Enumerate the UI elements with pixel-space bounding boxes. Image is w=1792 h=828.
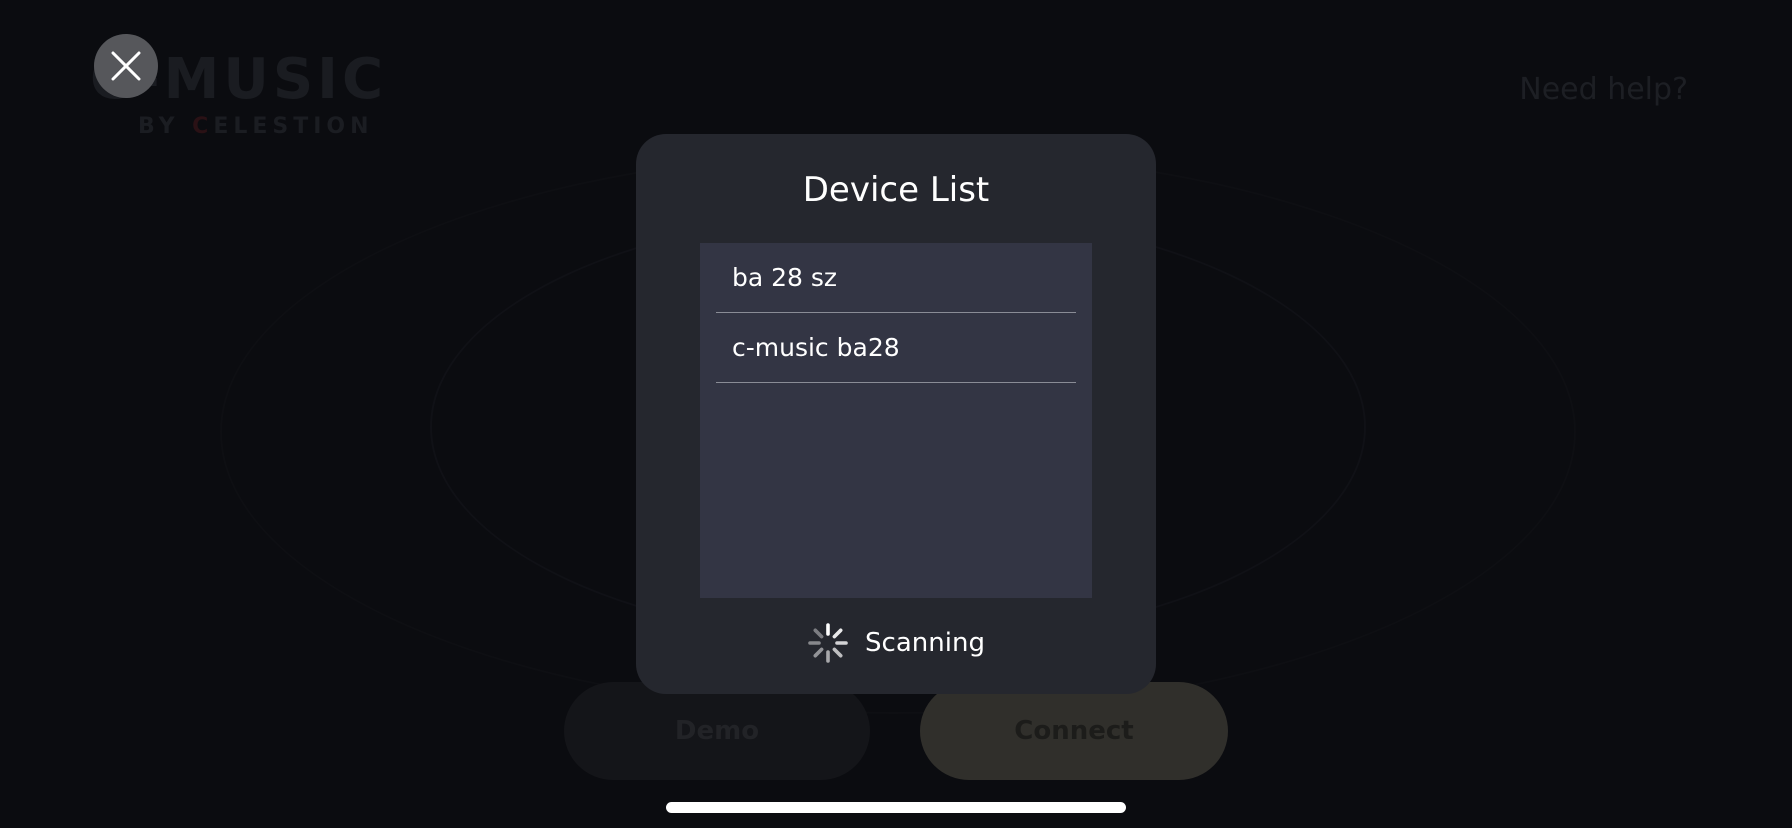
device-list: ba 28 sz c-music ba28 [700,243,1092,598]
need-help-link[interactable]: Need help? [1519,72,1688,107]
connect-button[interactable]: Connect [920,682,1228,780]
spinner-icon [808,623,848,663]
logo-sub-prefix: BY [138,114,193,139]
demo-button[interactable]: Demo [564,682,870,780]
logo-sub-text: BY CELESTION [138,114,374,139]
home-indicator[interactable] [666,802,1126,813]
close-button[interactable] [94,34,158,98]
close-icon [111,51,141,81]
device-name: c-music ba28 [732,333,900,362]
logo-sub-accent: C [192,114,214,139]
logo-sub-rest: ELESTION [213,114,374,139]
modal-title: Device List [802,170,990,210]
list-item-device-1[interactable]: ba 28 sz [716,243,1076,313]
device-name: ba 28 sz [732,263,838,292]
list-item-device-2[interactable]: c-music ba28 [716,313,1076,383]
scanning-status: Scanning [636,622,1156,664]
device-list-modal: Device List ba 28 sz c-music ba28 Scanni… [636,134,1156,694]
scanning-label: Scanning [865,628,985,658]
